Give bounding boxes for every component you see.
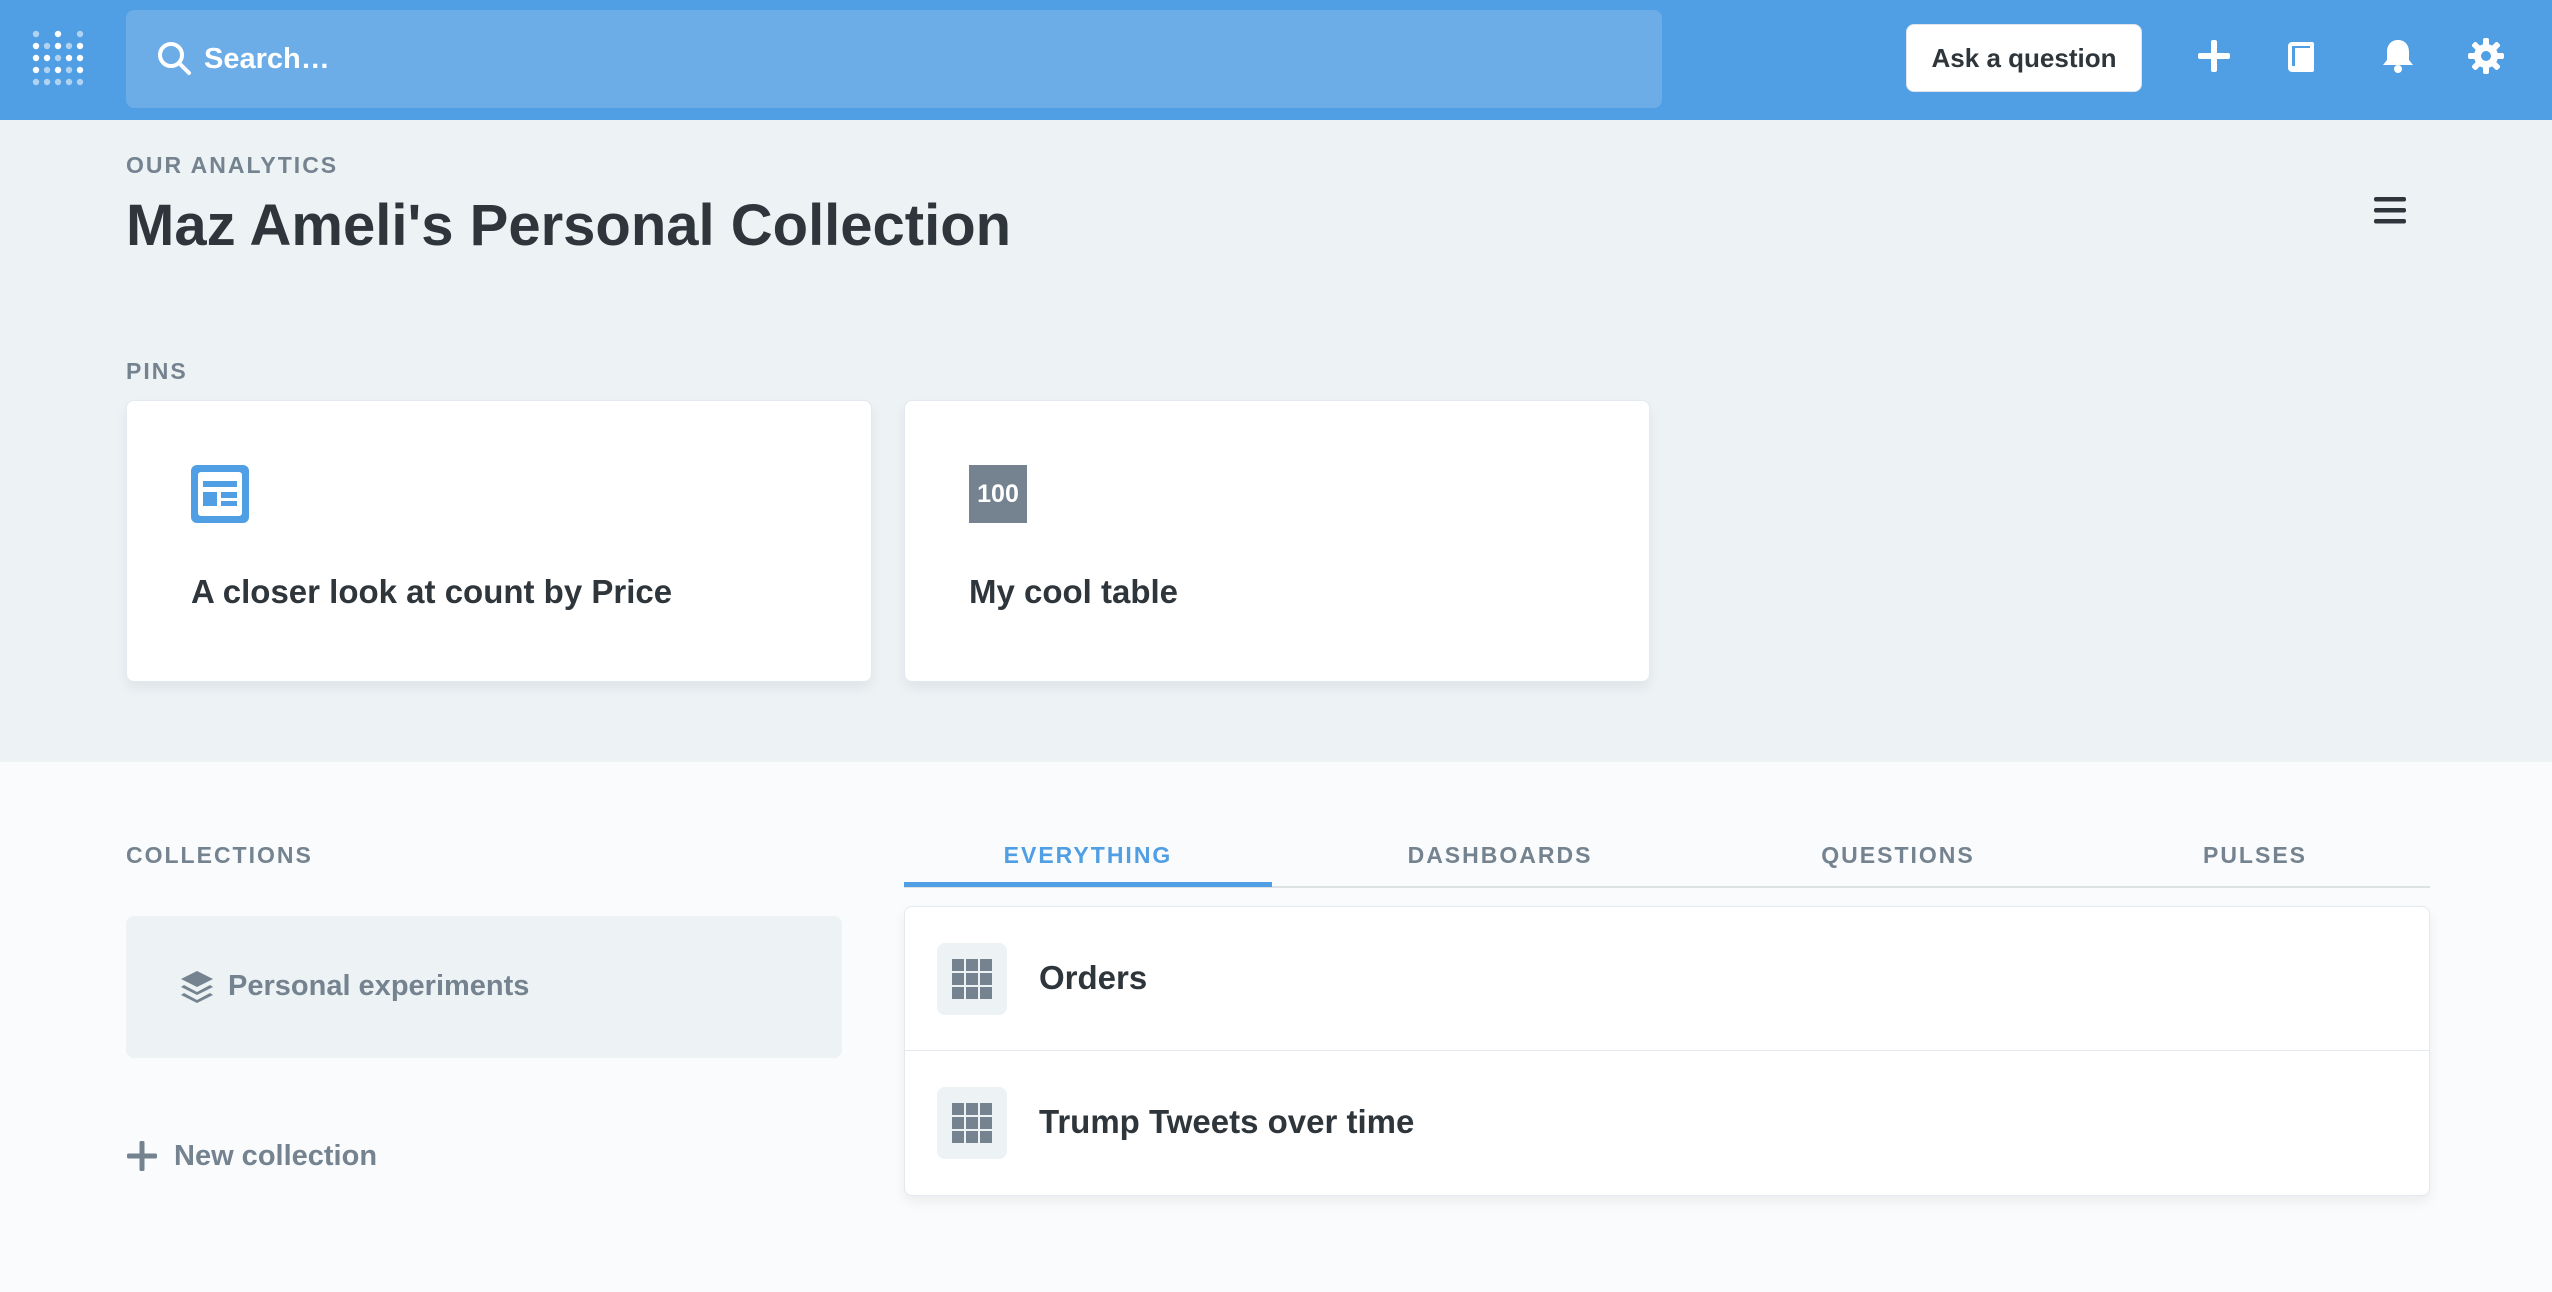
gear-icon[interactable] [2466, 36, 2506, 76]
plus-icon [127, 1141, 157, 1171]
hamburger-menu-icon[interactable] [2370, 190, 2410, 230]
dashboard-icon [191, 465, 249, 523]
plus-icon[interactable] [2194, 36, 2234, 76]
list-item-title[interactable]: Trump Tweets over time [1039, 1103, 1414, 1141]
pins-section-label: PINS [126, 358, 188, 384]
table-grid-icon [937, 943, 1007, 1015]
collection-item-label[interactable]: Personal experiments [228, 970, 529, 1003]
item-type-tabs: EVERYTHING DASHBOARDS QUESTIONS PULSES [904, 820, 2430, 888]
search-bar[interactable] [126, 10, 1662, 108]
search-input[interactable] [204, 32, 1604, 86]
collection-item-personal-experiments[interactable]: Personal experiments [126, 916, 842, 1058]
table-grid-icon [937, 1087, 1007, 1159]
top-nav: Ask a question [0, 0, 2552, 120]
tab-dashboards[interactable]: DASHBOARDS [1272, 842, 1728, 869]
list-item-title[interactable]: Orders [1039, 959, 1147, 997]
ask-question-button[interactable]: Ask a question [1906, 24, 2142, 92]
metabase-logo-icon[interactable] [30, 26, 86, 90]
pin-card-title[interactable]: A closer look at count by Price [191, 573, 672, 611]
reference-book-icon[interactable] [2282, 36, 2322, 76]
tab-questions[interactable]: QUESTIONS [1728, 842, 2068, 869]
collection-stack-icon [181, 971, 213, 1003]
items-list: Orders Trump Tweets over time [904, 906, 2430, 1196]
tab-everything[interactable]: EVERYTHING [904, 842, 1272, 869]
pin-card-question[interactable]: 100 My cool table [904, 400, 1650, 682]
search-icon [158, 42, 191, 75]
collections-section-label: COLLECTIONS [126, 842, 313, 868]
pin-card-title[interactable]: My cool table [969, 573, 1178, 611]
tab-pulses[interactable]: PULSES [2068, 842, 2442, 869]
page-title: Maz Ameli's Personal Collection [126, 193, 1012, 258]
scalar-number-icon: 100 [969, 465, 1027, 523]
list-item-orders[interactable]: Orders [905, 907, 2429, 1051]
list-item-trump-tweets[interactable]: Trump Tweets over time [905, 1051, 2429, 1195]
active-tab-indicator [904, 882, 1272, 887]
bell-icon[interactable] [2378, 36, 2418, 76]
pin-card-dashboard[interactable]: A closer look at count by Price [126, 400, 872, 682]
breadcrumb-our-analytics[interactable]: OUR ANALYTICS [126, 152, 338, 179]
new-collection-label[interactable]: New collection [174, 1140, 377, 1173]
